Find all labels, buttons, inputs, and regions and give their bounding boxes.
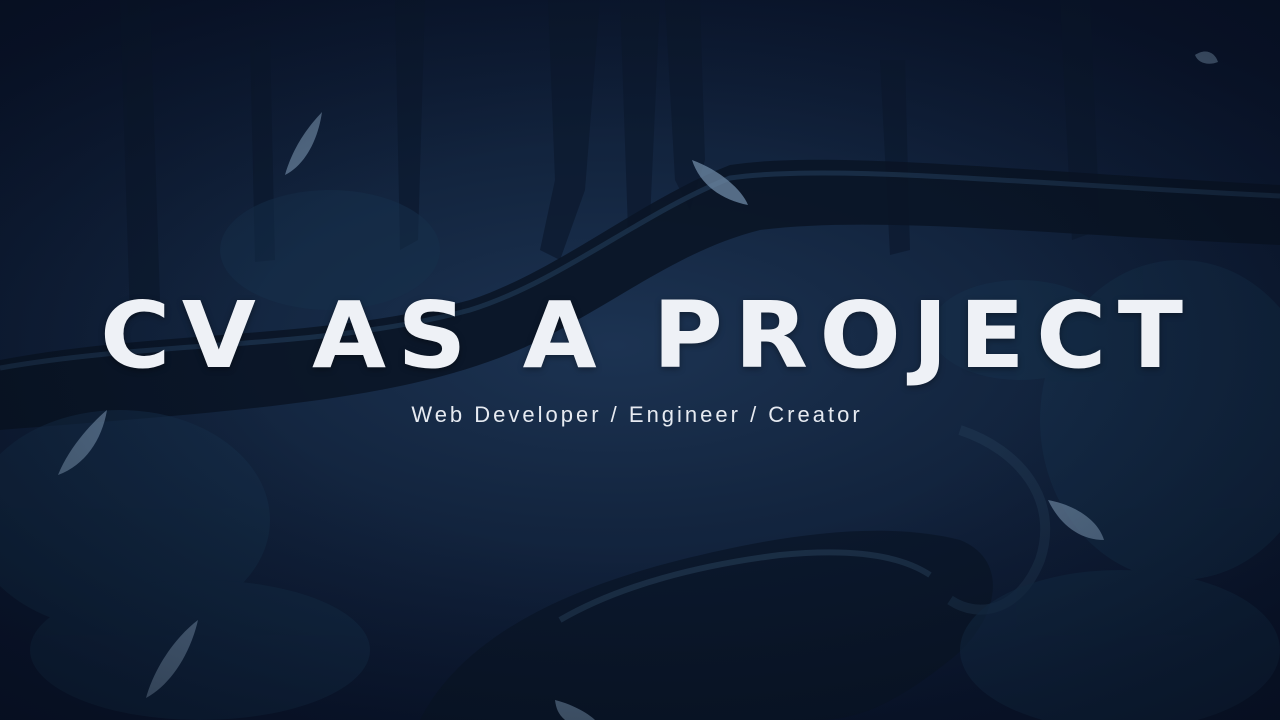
hero-section: CV AS A PROJECT Web Developer / Engineer… xyxy=(0,0,1280,720)
hero-title: CV AS A PROJECT xyxy=(100,282,1195,389)
hero-text-block: CV AS A PROJECT Web Developer / Engineer… xyxy=(0,286,1280,430)
hero-subtitle: Web Developer / Engineer / Creator xyxy=(411,402,863,427)
